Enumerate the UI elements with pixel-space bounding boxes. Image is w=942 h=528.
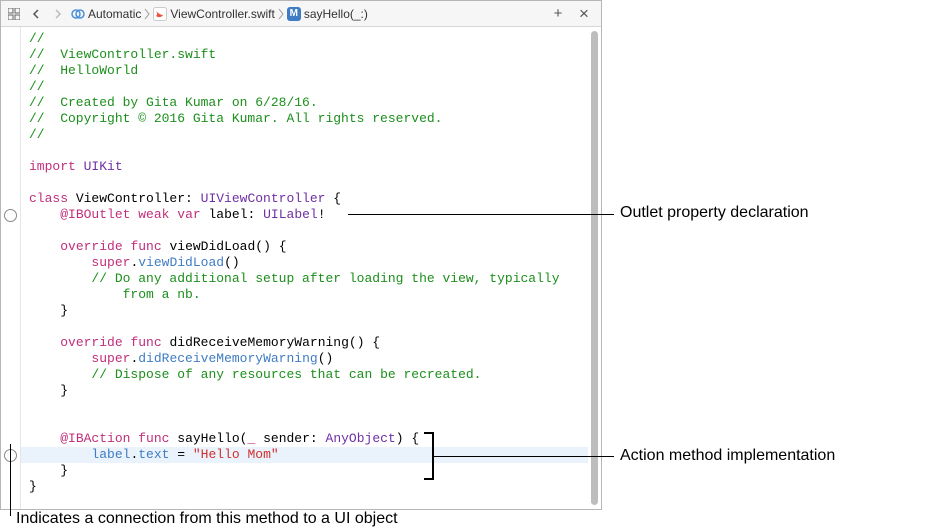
breadcrumb-automatic[interactable]: Automatic bbox=[69, 1, 143, 26]
breadcrumb-label: Automatic bbox=[88, 7, 141, 21]
breadcrumb-separator bbox=[277, 8, 285, 20]
related-items-button[interactable] bbox=[3, 3, 25, 25]
chevron-right-icon bbox=[54, 9, 62, 19]
chevron-left-icon bbox=[32, 9, 40, 19]
breadcrumb-label: sayHello(_:) bbox=[304, 7, 368, 21]
editor-window: Automatic ViewController.swift M say bbox=[0, 0, 602, 510]
annotation-outlet: Outlet property declaration bbox=[620, 204, 809, 222]
annotation-action: Action method implementation bbox=[620, 447, 835, 465]
breadcrumb-separator bbox=[143, 8, 151, 20]
code-area: // // ViewController.swift // HelloWorld… bbox=[1, 27, 601, 509]
gutter bbox=[1, 27, 21, 509]
breadcrumb-symbol[interactable]: M sayHello(_:) bbox=[285, 1, 370, 26]
annotation-connection: Indicates a connection from this method … bbox=[16, 510, 398, 528]
breadcrumb-label: ViewController.swift bbox=[170, 7, 274, 21]
jump-bar: Automatic ViewController.swift M say bbox=[1, 1, 601, 27]
swift-file-icon bbox=[153, 7, 167, 21]
source-editor[interactable]: // // ViewController.swift // HelloWorld… bbox=[21, 27, 588, 509]
linked-rings-icon bbox=[71, 7, 85, 21]
breadcrumb-file[interactable]: ViewController.swift bbox=[151, 1, 276, 26]
nav-back-button[interactable] bbox=[25, 3, 47, 25]
add-assistant-button[interactable]: + bbox=[547, 3, 569, 25]
method-icon: M bbox=[287, 7, 301, 21]
grid-icon bbox=[8, 8, 20, 20]
callout-line-connection bbox=[10, 444, 11, 516]
close-assistant-button[interactable]: × bbox=[573, 3, 595, 25]
nav-forward-button[interactable] bbox=[47, 3, 69, 25]
vertical-scrollbar[interactable] bbox=[588, 27, 601, 509]
connection-indicator[interactable] bbox=[4, 209, 17, 222]
scrollbar-thumb[interactable] bbox=[591, 31, 598, 505]
